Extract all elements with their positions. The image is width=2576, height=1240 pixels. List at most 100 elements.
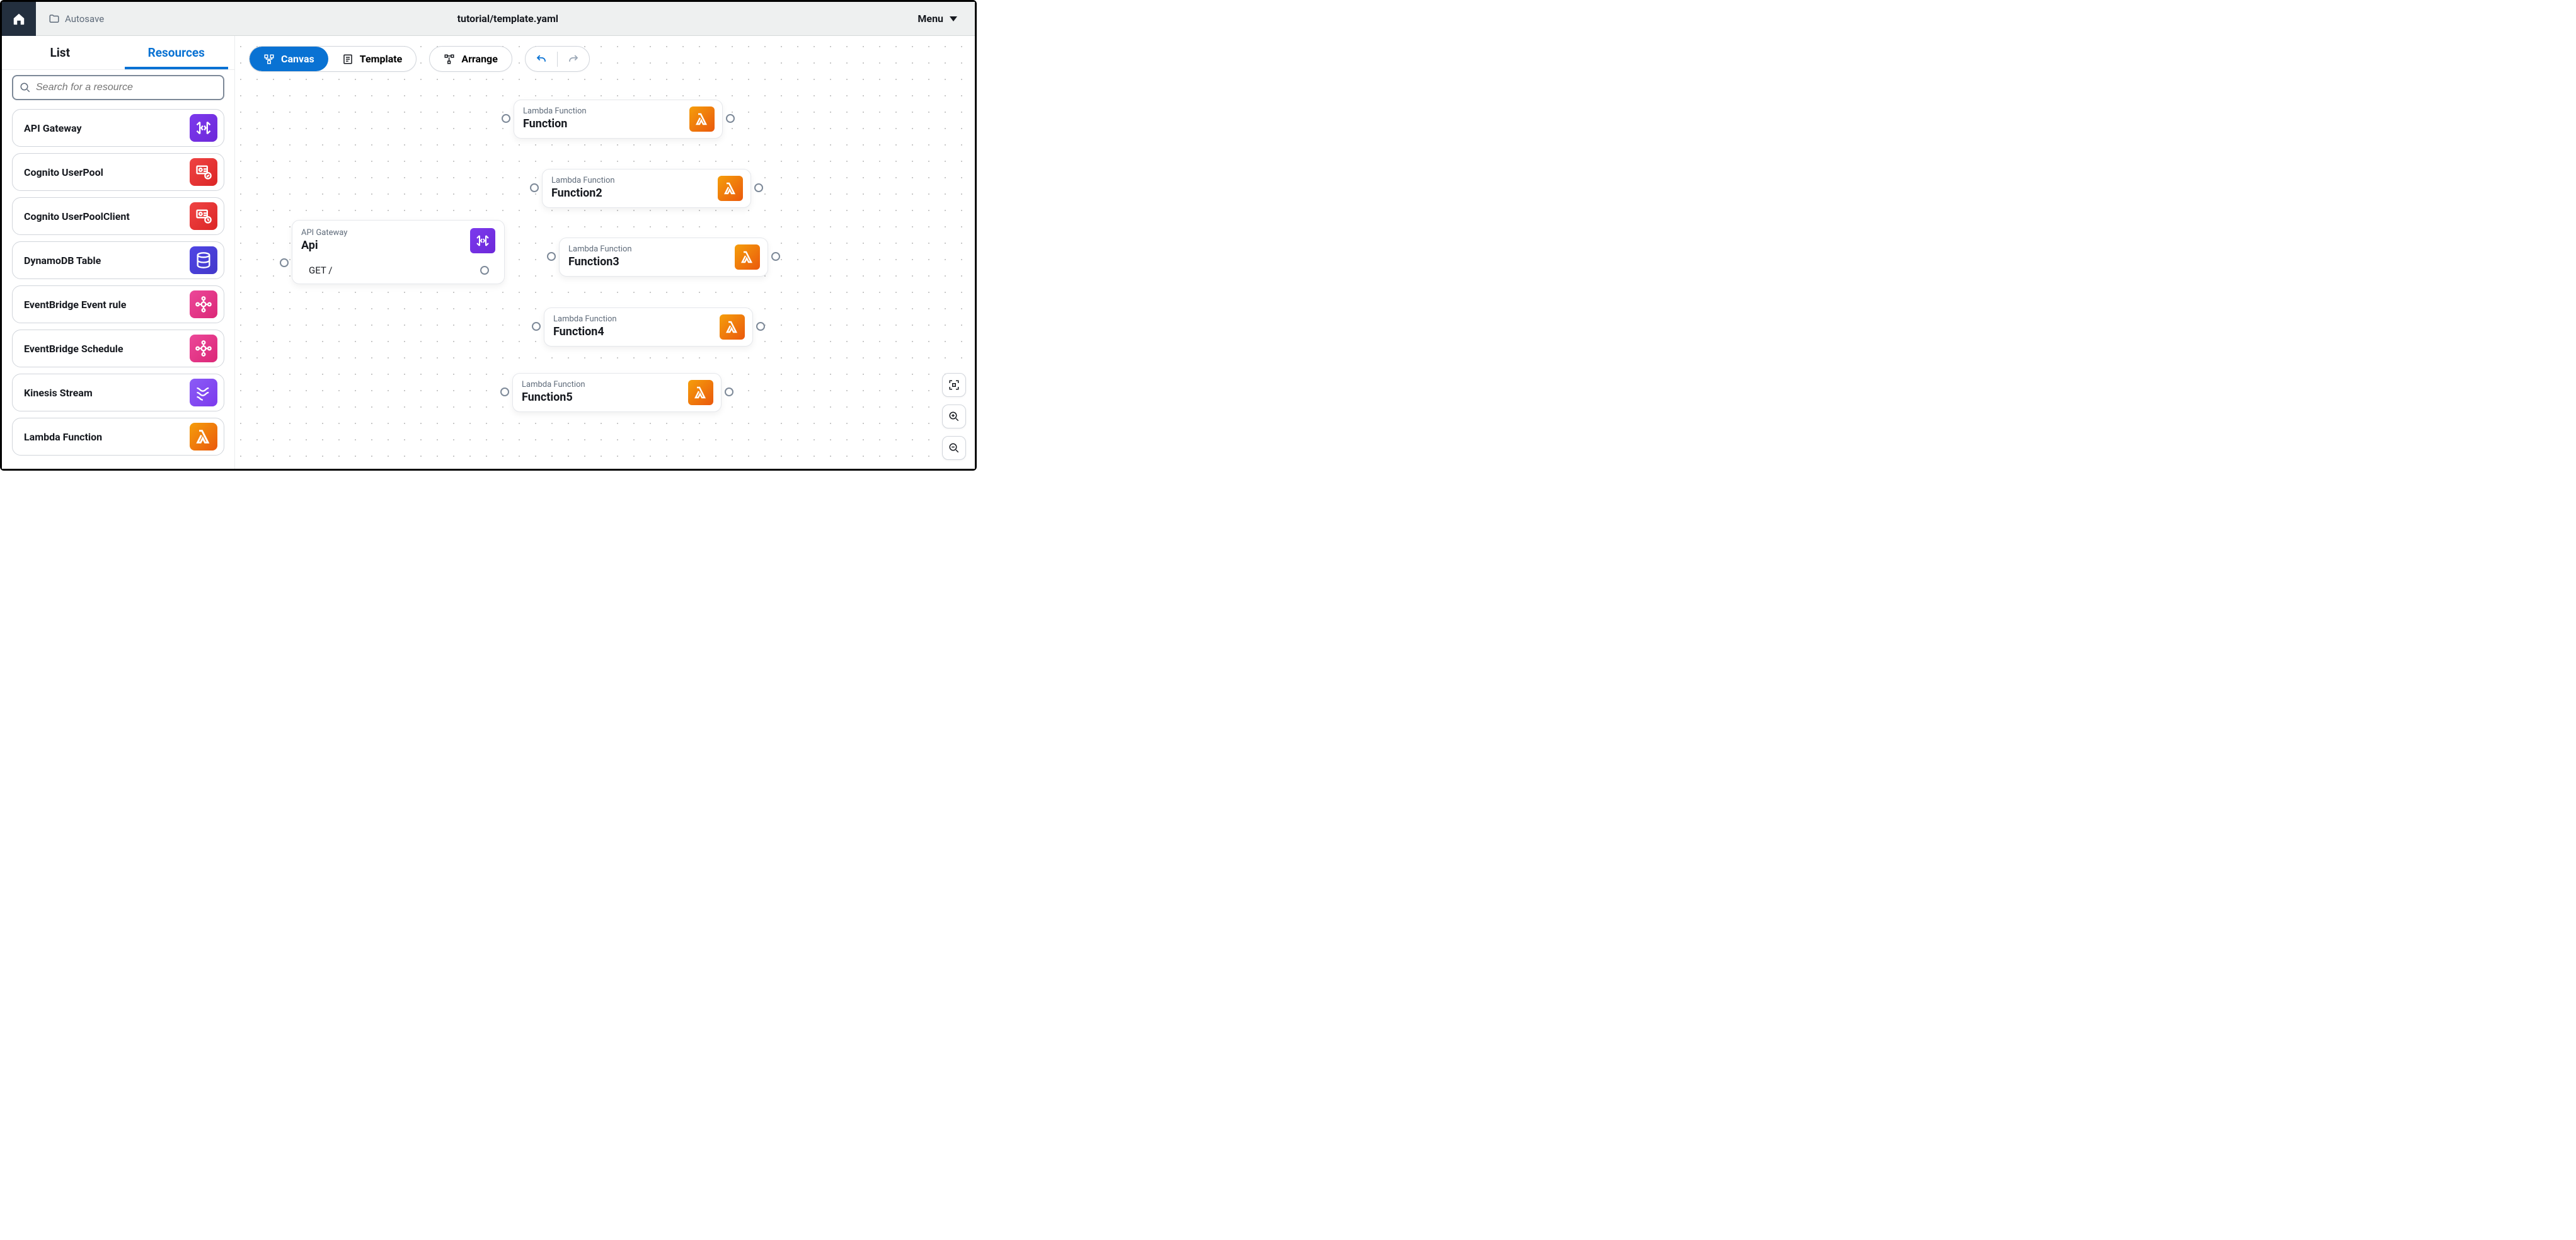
redo-button[interactable] [558,47,589,71]
resource-label: Lambda Function [24,431,102,443]
node-name: Api [301,239,464,252]
canvas-icon [263,54,275,65]
api-endpoint: GET / [309,265,332,276]
node-name: Function4 [553,325,713,338]
node-type: Lambda Function [522,380,682,389]
canvas-area[interactable]: Canvas Template Arrange [235,36,975,469]
cognito-icon [190,158,217,186]
undo-icon [536,54,547,65]
lambda-icon [735,244,760,270]
zoom-controls [942,373,966,460]
template-mode-button[interactable]: Template [328,47,417,71]
port-in[interactable] [530,183,539,192]
port-in[interactable] [502,114,510,123]
node-type: Lambda Function [551,176,711,185]
zoom-out-icon [948,442,960,454]
zoom-in-button[interactable] [942,405,966,428]
resource-api-gateway[interactable]: API Gateway [12,109,224,147]
resource-dynamodb-table[interactable]: DynamoDB Table [12,241,224,279]
history-segment [525,46,590,72]
node-lambda-3[interactable]: Lambda Function Function3 [559,238,768,277]
caret-down-icon [950,16,957,21]
menu-label: Menu [917,13,943,25]
node-lambda-2[interactable]: Lambda Function Function2 [542,169,751,208]
menu-button[interactable]: Menu [911,9,963,28]
port-out[interactable] [754,183,763,192]
resource-label: Cognito UserPool [24,166,103,178]
kinesis-icon [190,379,217,406]
resource-label: API Gateway [24,122,82,134]
view-mode-segment: Canvas Template [249,46,417,72]
lambda-icon [689,106,715,132]
fit-view-button[interactable] [942,373,966,397]
node-name: Function3 [568,255,728,268]
port-out[interactable] [726,114,735,123]
autosave-indicator: Autosave [49,13,104,25]
canvas-toolbar: Canvas Template Arrange [249,46,590,72]
arrange-segment: Arrange [429,46,512,72]
resource-list: API Gateway Cognito UserPool Cognito Use… [2,106,234,469]
node-lambda-5[interactable]: Lambda Function Function5 [512,373,722,412]
lambda-icon [718,176,743,201]
search-icon [20,82,31,93]
node-name: Function2 [551,187,711,200]
node-name: Function [523,117,683,130]
lambda-icon [720,314,745,340]
resource-cognito-userpool[interactable]: Cognito UserPool [12,153,224,191]
api-gateway-icon [470,228,495,253]
node-lambda-4[interactable]: Lambda Function Function4 [544,307,753,347]
zoom-in-icon [948,411,960,422]
port-out[interactable] [725,388,733,396]
resource-label: Cognito UserPoolClient [24,210,130,222]
port-in[interactable] [532,322,541,331]
node-name: Function5 [522,391,682,404]
dynamodb-icon [190,246,217,274]
resource-label: Kinesis Stream [24,387,93,399]
resource-lambda-function[interactable]: Lambda Function [12,418,224,456]
node-type: Lambda Function [553,314,713,324]
filepath: tutorial/template.yaml [104,13,911,25]
cognito-client-icon [190,202,217,230]
folder-icon [49,13,60,25]
resource-label: DynamoDB Table [24,255,101,267]
autosave-label: Autosave [65,13,104,25]
eventbridge-icon [190,290,217,318]
resource-kinesis-stream[interactable]: Kinesis Stream [12,374,224,411]
zoom-out-button[interactable] [942,436,966,460]
home-button[interactable] [2,2,36,36]
topbar: Autosave tutorial/template.yaml Menu [2,2,975,36]
resource-cognito-userpoolclient[interactable]: Cognito UserPoolClient [12,197,224,235]
redo-icon [568,54,579,65]
fit-view-icon [948,379,960,391]
port-out[interactable] [771,252,780,261]
node-lambda-1[interactable]: Lambda Function Function [514,100,723,139]
port-out[interactable] [756,322,765,331]
port-in[interactable] [280,258,289,267]
node-type: Lambda Function [523,106,683,116]
search-input[interactable] [36,82,217,93]
api-gateway-icon [190,114,217,142]
resource-label: EventBridge Schedule [24,343,124,355]
port-in[interactable] [500,388,509,396]
template-icon [342,54,354,65]
undo-button[interactable] [526,47,557,71]
tab-resources[interactable]: Resources [118,36,235,69]
port-in[interactable] [547,252,556,261]
sidebar-tabs: List Resources [2,36,234,70]
lambda-icon [190,423,217,451]
tab-list[interactable]: List [2,36,118,69]
port-endpoint[interactable] [480,266,489,275]
resource-label: EventBridge Event rule [24,299,126,311]
resource-eventbridge-schedule[interactable]: EventBridge Schedule [12,330,224,367]
arrange-icon [444,54,455,65]
resource-eventbridge-rule[interactable]: EventBridge Event rule [12,285,224,323]
canvas-mode-button[interactable]: Canvas [250,47,328,71]
node-api[interactable]: API Gateway Api GET / [292,220,505,284]
lambda-icon [688,380,713,405]
arrange-button[interactable]: Arrange [430,47,512,71]
home-icon [12,12,26,26]
search-box[interactable] [12,75,224,100]
node-type: Lambda Function [568,244,728,254]
node-type: API Gateway [301,228,464,238]
eventbridge-schedule-icon [190,335,217,362]
